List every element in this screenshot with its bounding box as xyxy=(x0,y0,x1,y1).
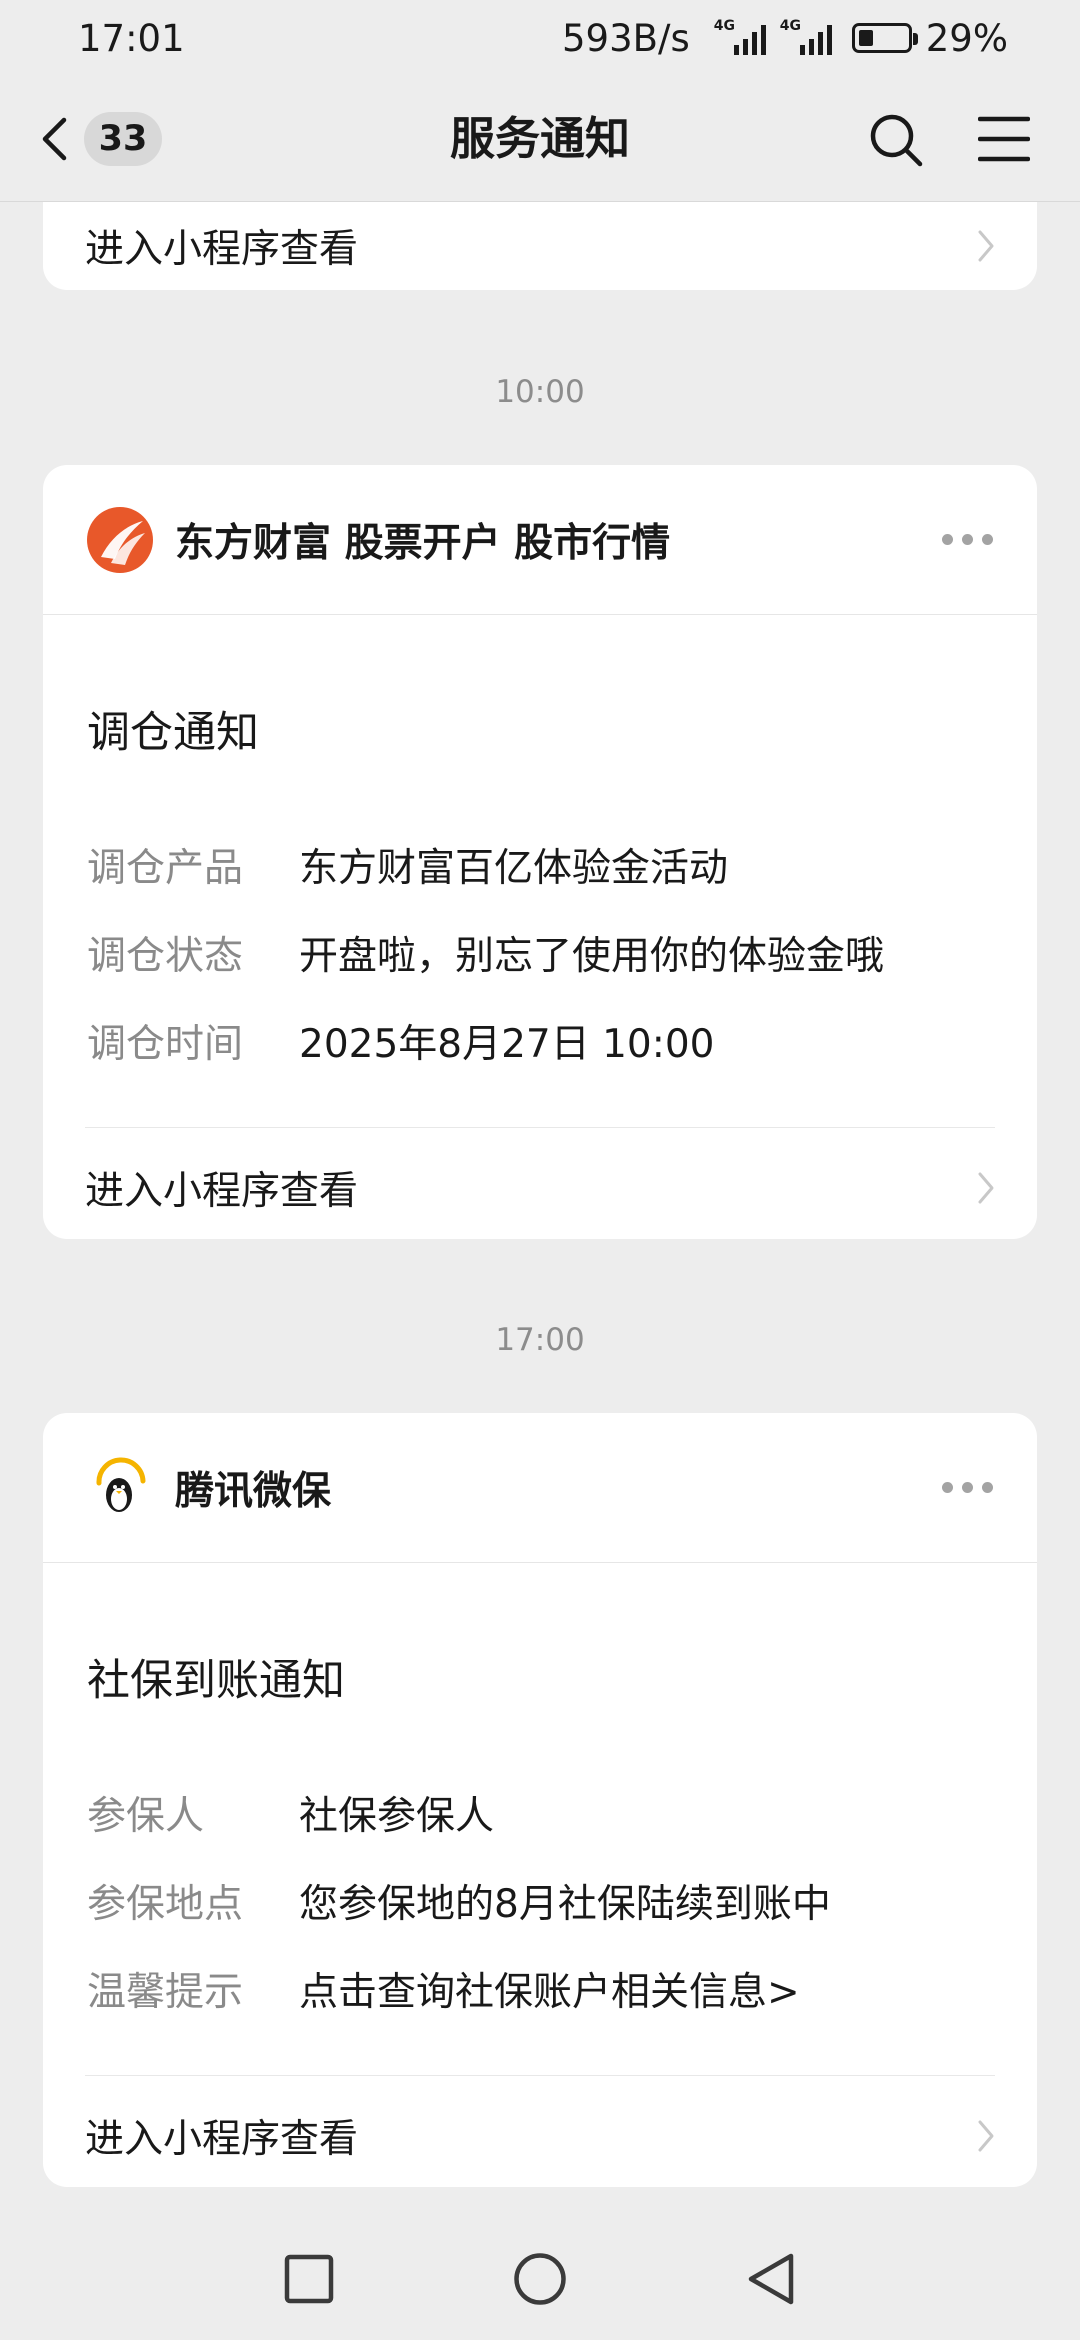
signal-sim2-icon: 4G xyxy=(779,18,832,55)
weibao-penguin-logo-icon xyxy=(87,1454,153,1521)
field-key: 参保人 xyxy=(87,1794,205,1839)
unread-count-badge: 33 xyxy=(84,112,162,166)
chevron-left-icon xyxy=(42,117,67,161)
sim1-network-tag: 4G xyxy=(713,18,735,34)
previous-message-card: 进入小程序查看 xyxy=(43,202,1037,290)
field-key: 调仓状态 xyxy=(87,934,244,979)
open-miniprogram-link[interactable]: 进入小程序查看 xyxy=(85,2075,995,2195)
field-value: 社保参保人 xyxy=(299,1794,495,1839)
chevron-right-icon xyxy=(978,1172,994,1203)
status-indicators: 593B/s 4G 4G 29% xyxy=(562,17,1008,60)
message-list[interactable]: 进入小程序查看 10:00 东方财富 股票开户 股市行情 调仓通知 调仓产品 东… xyxy=(0,202,1080,2206)
more-options-icon[interactable] xyxy=(942,534,993,545)
field-value: 开盘啦，别忘了使用你的体验金哦 xyxy=(299,934,885,979)
field-row: 参保地点 您参保地的8月社保陆续到账中 xyxy=(87,1857,993,1945)
card-body[interactable]: 社保到账通知 参保人 社保参保人 参保地点 您参保地的8月社保陆续到账中 温馨提… xyxy=(43,1651,1037,2033)
card-source-name: 东方财富 股票开户 股市行情 xyxy=(175,520,671,566)
open-miniprogram-label: 进入小程序查看 xyxy=(85,227,359,272)
open-miniprogram-link[interactable]: 进入小程序查看 xyxy=(85,202,995,290)
field-row[interactable]: 温馨提示 点击查询社保账户相关信息> xyxy=(87,1945,993,2033)
field-key: 温馨提示 xyxy=(87,1970,244,2015)
sim2-network-tag: 4G xyxy=(779,18,801,34)
eastmoney-logo-icon xyxy=(87,506,153,573)
field-value: 东方财富百亿体验金活动 xyxy=(299,846,729,891)
back-triangle-icon[interactable] xyxy=(745,2252,797,2306)
card-header[interactable]: 东方财富 股票开户 股市行情 xyxy=(43,465,1037,615)
message-card: 腾讯微保 社保到账通知 参保人 社保参保人 参保地点 您参保地的8月社保陆续到账… xyxy=(43,1413,1037,2187)
app-root: 17:01 593B/s 4G 4G 29% 33 服务通知 进入小程序查看 1… xyxy=(0,0,1080,2340)
field-value: 2025年8月27日 10:00 xyxy=(299,1022,715,1067)
nav-bar: 33 服务通知 xyxy=(0,76,1080,202)
field-row: 调仓产品 东方财富百亿体验金活动 xyxy=(87,821,993,909)
card-title: 调仓通知 xyxy=(87,708,259,758)
field-key: 调仓产品 xyxy=(87,846,244,891)
card-fields: 调仓产品 东方财富百亿体验金活动 调仓状态 开盘啦，别忘了使用你的体验金哦 调仓… xyxy=(87,821,993,1085)
menu-icon[interactable] xyxy=(978,114,1030,164)
signal-sim1-icon: 4G xyxy=(713,18,766,55)
card-title: 社保到账通知 xyxy=(87,1656,345,1706)
field-row: 参保人 社保参保人 xyxy=(87,1769,993,1857)
network-speed: 593B/s xyxy=(562,16,690,60)
battery-level: 29% xyxy=(925,16,1008,60)
card-header[interactable]: 腾讯微保 xyxy=(43,1413,1037,1563)
field-value: 您参保地的8月社保陆续到账中 xyxy=(299,1882,831,1927)
card-body[interactable]: 调仓通知 调仓产品 东方财富百亿体验金活动 调仓状态 开盘啦，别忘了使用你的体验… xyxy=(43,703,1037,1085)
home-icon[interactable] xyxy=(513,2252,567,2306)
card-fields: 参保人 社保参保人 参保地点 您参保地的8月社保陆续到账中 温馨提示 点击查询社… xyxy=(87,1769,993,2033)
field-row: 调仓时间 2025年8月27日 10:00 xyxy=(87,997,993,1085)
status-bar: 17:01 593B/s 4G 4G 29% xyxy=(0,0,1080,76)
message-timestamp: 10:00 xyxy=(495,374,585,410)
open-miniprogram-label: 进入小程序查看 xyxy=(85,2116,359,2162)
search-icon[interactable] xyxy=(868,112,924,168)
status-time: 17:01 xyxy=(78,16,185,60)
field-row: 调仓状态 开盘啦，别忘了使用你的体验金哦 xyxy=(87,909,993,997)
open-miniprogram-label: 进入小程序查看 xyxy=(85,1168,359,1214)
field-value[interactable]: 点击查询社保账户相关信息> xyxy=(299,1961,800,2017)
field-key: 参保地点 xyxy=(87,1882,244,1927)
open-miniprogram-link[interactable]: 进入小程序查看 xyxy=(85,1127,995,1247)
more-options-icon[interactable] xyxy=(942,1482,993,1493)
recent-apps-icon[interactable] xyxy=(284,2254,334,2304)
chevron-right-icon xyxy=(978,230,994,262)
system-navigation-bar xyxy=(0,2206,1080,2340)
card-source-name: 腾讯微保 xyxy=(175,1468,332,1514)
battery-icon xyxy=(851,23,918,53)
back-button[interactable]: 33 xyxy=(40,106,180,172)
field-key: 调仓时间 xyxy=(87,1022,244,1067)
chevron-right-icon xyxy=(978,2120,994,2151)
message-card: 东方财富 股票开户 股市行情 调仓通知 调仓产品 东方财富百亿体验金活动 调仓状… xyxy=(43,465,1037,1239)
message-timestamp: 17:00 xyxy=(495,1322,585,1358)
